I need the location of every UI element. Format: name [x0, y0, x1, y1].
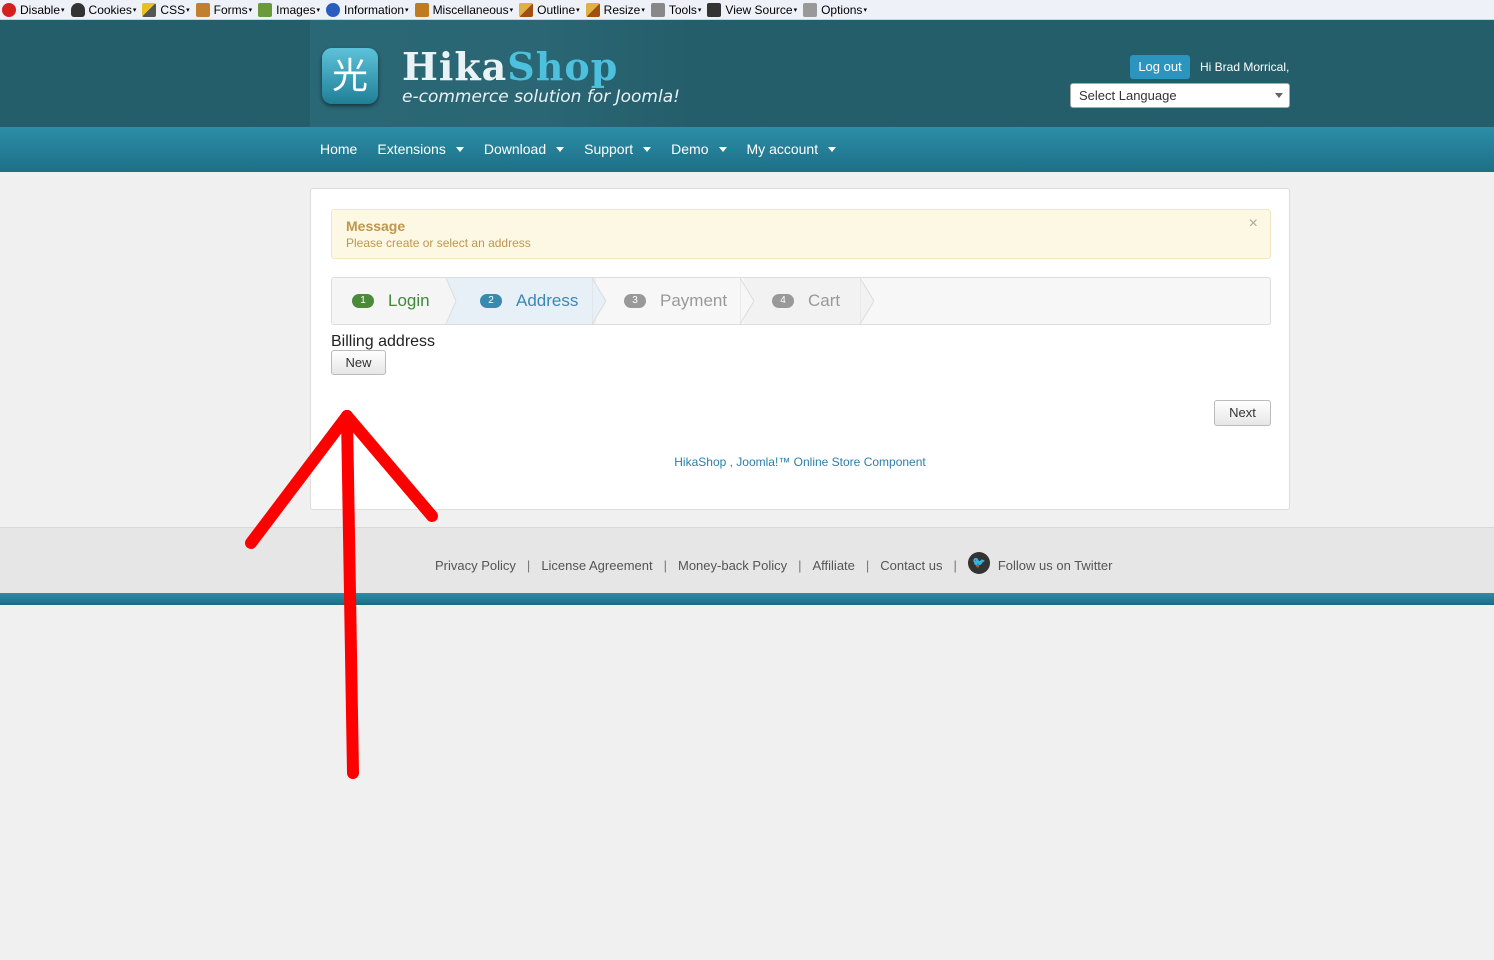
toolbar-cookies[interactable]: Cookies ▾ — [70, 2, 136, 17]
resize-icon — [585, 2, 600, 17]
footer-link-privacy[interactable]: Privacy Policy — [435, 558, 516, 573]
step-number: 1 — [352, 294, 374, 308]
nav-item-home[interactable]: Home — [310, 127, 367, 171]
billing-address-label: Billing address — [331, 333, 436, 350]
footer-link-affiliate[interactable]: Affiliate — [813, 558, 855, 573]
footer-link-twitter[interactable]: Follow us on Twitter — [998, 558, 1113, 573]
developer-toolbar: Disable ▾ Cookies ▾ CSS ▾ Forms ▾ Images ▾ In… — [0, 0, 1494, 20]
disable-icon — [2, 2, 16, 17]
nav-item-my-account[interactable]: My account — [737, 127, 847, 171]
toolbar-miscellaneous[interactable]: Miscellaneous ▾ — [414, 2, 513, 17]
nav-item-demo[interactable]: Demo — [661, 127, 736, 171]
options-icon — [803, 2, 818, 17]
step-label: Payment — [660, 291, 728, 310]
checkout-panel: Message Please create or select an addre… — [310, 188, 1290, 510]
next-button[interactable]: Next — [1214, 400, 1271, 426]
forms-icon — [195, 2, 210, 17]
step-separator — [592, 278, 606, 324]
logo-title: HikaShop — [402, 44, 619, 89]
dropdown-caret-icon — [828, 146, 837, 152]
dropdown-caret-icon — [556, 146, 565, 152]
images-icon — [258, 2, 273, 17]
logout-button[interactable]: Log out — [1130, 55, 1190, 79]
main-nav: Home Extensions Download Support Demo My… — [0, 127, 1494, 172]
dropdown-caret-icon — [643, 146, 652, 152]
toolbar-options[interactable]: Options ▾ — [803, 2, 867, 17]
toolbar-information[interactable]: Information ▾ — [326, 2, 409, 17]
step-separator — [446, 278, 460, 324]
new-address-button[interactable]: New — [331, 350, 386, 375]
step-label: Address — [516, 291, 579, 310]
twitter-icon[interactable]: 🐦 — [967, 552, 990, 574]
toolbar-outline[interactable]: Outline ▾ — [519, 2, 580, 17]
store-credit-link[interactable]: HikaShop , Joomla!™ Online Store Compone… — [311, 455, 1289, 469]
toolbar-css[interactable]: CSS ▾ — [142, 2, 190, 17]
information-icon — [326, 2, 341, 17]
user-greeting: Hi Brad Morrical, — [1200, 60, 1290, 74]
hikashop-logo[interactable]: 光 HikaShop e-commerce solution for Jooml… — [310, 20, 690, 127]
language-select[interactable]: Select Language — [1070, 83, 1290, 108]
footer-separator: | — [798, 557, 802, 573]
toolbar-forms[interactable]: Forms ▾ — [195, 2, 252, 17]
footer-link-license[interactable]: License Agreement — [541, 558, 652, 573]
footer-bar — [0, 593, 1494, 605]
footer-separator: | — [865, 557, 870, 573]
outline-icon — [519, 2, 534, 17]
site-header: 光 HikaShop e-commerce solution for Jooml… — [0, 20, 1494, 127]
step-number: 2 — [480, 294, 502, 308]
step-cart: 4 Cart — [744, 278, 860, 324]
language-select-value: Select Language — [1079, 88, 1177, 103]
step-address[interactable]: 2 Address — [450, 278, 596, 324]
message-title: Message — [346, 218, 406, 234]
step-separator — [860, 278, 874, 324]
toolbar-tools[interactable]: Tools ▾ — [650, 2, 701, 17]
footer-link-contact[interactable]: Contact us — [880, 558, 942, 573]
css-icon — [142, 2, 157, 17]
nav-item-download[interactable]: Download — [474, 127, 574, 171]
chevron-down-icon — [1275, 93, 1283, 98]
footer-link-money-back[interactable]: Money-back Policy — [678, 558, 787, 573]
nav-item-support[interactable]: Support — [574, 127, 661, 171]
footer-separator: | — [953, 557, 957, 573]
nav-item-extensions[interactable]: Extensions — [367, 127, 473, 171]
logo-tagline: e-commerce solution for Joomla! — [402, 87, 680, 107]
toolbar-view-source[interactable]: View Source ▾ — [707, 2, 797, 17]
cookie-icon — [70, 2, 85, 17]
step-number: 4 — [772, 294, 794, 308]
dropdown-caret-icon — [718, 146, 727, 152]
hikashop-logo-icon: 光 — [322, 48, 378, 104]
checkout-steps: 1 Login 2 Address 3 Payment 4 Cart — [331, 277, 1271, 325]
tools-icon — [650, 2, 665, 17]
step-number: 3 — [624, 294, 646, 308]
toolbar-disable[interactable]: Disable ▾ — [2, 2, 65, 17]
site-footer: Privacy Policy | License Agreement | Mon… — [0, 527, 1494, 594]
footer-separator: | — [526, 557, 531, 573]
miscellaneous-icon — [414, 2, 429, 17]
toolbar-images[interactable]: Images ▾ — [258, 2, 320, 17]
close-icon[interactable]: × — [1249, 215, 1258, 233]
step-payment: 3 Payment — [596, 278, 744, 324]
step-label: Cart — [808, 291, 841, 310]
footer-separator: | — [663, 557, 667, 573]
footer-links: Privacy Policy | License Agreement | Mon… — [435, 552, 1113, 574]
message-text: Please create or select an address — [346, 236, 531, 250]
view-source-icon — [707, 2, 722, 17]
step-login[interactable]: 1 Login — [332, 278, 450, 324]
message-alert: Message Please create or select an addre… — [331, 209, 1271, 259]
step-label: Login — [388, 291, 430, 310]
toolbar-resize[interactable]: Resize ▾ — [585, 2, 645, 17]
step-separator — [740, 278, 754, 324]
dropdown-caret-icon — [455, 146, 464, 152]
